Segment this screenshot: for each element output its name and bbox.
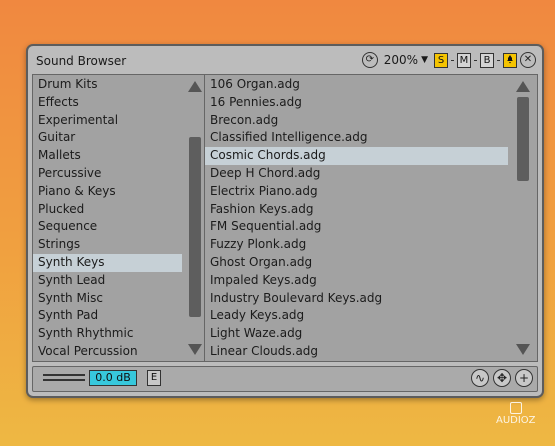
scroll-thumb[interactable]: [517, 97, 529, 181]
category-panel: Drum Kits Effects Experimental Guitar Mallet…: [32, 74, 210, 362]
preset-item[interactable]: Linear Clouds.adg: [205, 343, 508, 361]
category-item[interactable]: Vocal Percussion: [33, 343, 182, 361]
preset-list: 106 Organ.adg 16 Pennies.adg Brecon.adg Cla…: [205, 76, 508, 361]
watermark: AUDIOZ: [496, 402, 536, 426]
scroll-thumb[interactable]: [189, 137, 201, 317]
sound-browser-window: Sound Browser ⟳ 200% ▼ S M B ✕ Drum Kits…: [26, 44, 544, 398]
watermark-text: AUDIOZ: [496, 415, 536, 426]
preset-item[interactable]: Industry Boulevard Keys.adg: [205, 290, 508, 308]
preset-item[interactable]: Deep H Chord.adg: [205, 165, 508, 183]
category-item[interactable]: Drum Kits: [33, 76, 182, 94]
preset-item[interactable]: Ghost Organ.adg: [205, 254, 508, 272]
category-item[interactable]: Sequence: [33, 218, 182, 236]
preset-item[interactable]: Fuzzy Plonk.adg: [205, 236, 508, 254]
scroll-down-icon[interactable]: [188, 344, 202, 355]
category-item[interactable]: Synth Pad: [33, 307, 182, 325]
zoom-dropdown-icon[interactable]: ▼: [421, 55, 428, 65]
m-button[interactable]: M: [457, 52, 471, 68]
category-item[interactable]: Experimental: [33, 112, 182, 130]
category-item[interactable]: Synth Misc: [33, 290, 182, 308]
category-item[interactable]: Guitar: [33, 129, 182, 147]
add-icon[interactable]: +: [515, 369, 533, 387]
scroll-up-icon[interactable]: [516, 81, 530, 92]
e-button[interactable]: E: [147, 370, 161, 386]
preset-item[interactable]: Impaled Keys.adg: [205, 272, 508, 290]
preset-item[interactable]: Cosmic Chords.adg: [205, 147, 508, 165]
divider: [474, 59, 477, 61]
preset-item[interactable]: Classified Intelligence.adg: [205, 129, 508, 147]
volume-fader[interactable]: [43, 374, 85, 384]
window-title: Sound Browser: [36, 54, 127, 68]
preset-item[interactable]: Leady Keys.adg: [205, 307, 508, 325]
category-item[interactable]: Synth Rhythmic: [33, 325, 182, 343]
zoom-level[interactable]: 200%: [384, 53, 418, 67]
category-item[interactable]: Mallets: [33, 147, 182, 165]
close-icon[interactable]: ✕: [520, 52, 536, 68]
title-bar: Sound Browser ⟳ 200% ▼ S M B ✕: [28, 46, 542, 76]
preset-item[interactable]: Fashion Keys.adg: [205, 201, 508, 219]
preset-item[interactable]: FM Sequential.adg: [205, 218, 508, 236]
preset-item[interactable]: Brecon.adg: [205, 112, 508, 130]
b-button[interactable]: B: [480, 52, 494, 68]
bottom-right-controls: ∿ ✥ +: [471, 369, 533, 387]
bottom-toolbar: 0.0 dB E ∿ ✥ +: [32, 366, 538, 392]
category-item[interactable]: Synth Keys: [33, 253, 182, 272]
preset-item[interactable]: 16 Pennies.adg: [205, 94, 508, 112]
volume-field[interactable]: 0.0 dB: [89, 370, 137, 386]
preset-item[interactable]: Light Waze.adg: [205, 325, 508, 343]
scroll-up-icon[interactable]: [188, 81, 202, 92]
refresh-icon[interactable]: ⟳: [361, 52, 378, 68]
s-button[interactable]: S: [434, 52, 448, 68]
scroll-down-icon[interactable]: [516, 344, 530, 355]
divider: [497, 59, 500, 61]
category-item[interactable]: Piano & Keys: [33, 183, 182, 201]
category-item[interactable]: Synth Lead: [33, 272, 182, 290]
category-item[interactable]: Effects: [33, 94, 182, 112]
divider: [451, 59, 454, 61]
preset-panel: 106 Organ.adg 16 Pennies.adg Brecon.adg Cla…: [204, 74, 538, 362]
title-bar-controls: ⟳ 200% ▼ S M B ✕: [361, 52, 536, 68]
watermark-logo-icon: [509, 402, 522, 414]
move-icon[interactable]: ✥: [493, 369, 511, 387]
pin-icon[interactable]: [503, 52, 517, 68]
category-item[interactable]: Plucked: [33, 201, 182, 219]
category-list: Drum Kits Effects Experimental Guitar Mallet…: [33, 76, 182, 361]
preset-scrollbar[interactable]: [512, 75, 534, 361]
preset-item[interactable]: 106 Organ.adg: [205, 76, 508, 94]
category-scrollbar[interactable]: [184, 75, 206, 361]
preset-item[interactable]: Electrix Piano.adg: [205, 183, 508, 201]
category-item[interactable]: Percussive: [33, 165, 182, 183]
waveform-icon[interactable]: ∿: [471, 369, 489, 387]
category-item[interactable]: Strings: [33, 236, 182, 254]
